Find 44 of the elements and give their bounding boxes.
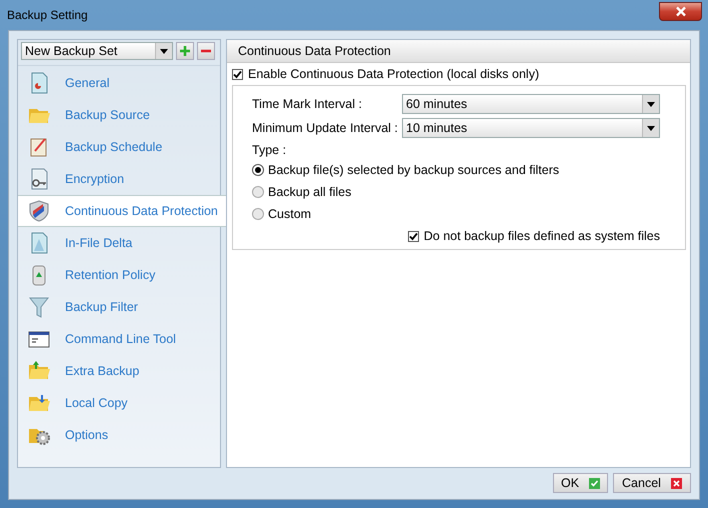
remove-button[interactable]: [197, 42, 215, 60]
shield-icon: [27, 199, 51, 223]
check-icon: [589, 478, 600, 488]
interval-dropdown[interactable]: 10 minutes: [402, 118, 660, 138]
checkbox[interactable]: [232, 68, 243, 80]
radio-button[interactable]: [252, 208, 264, 220]
caret-icon: [647, 126, 655, 130]
sidebar-item[interactable]: Options: [18, 419, 220, 451]
interval-dropdown[interactable]: 60 minutes: [402, 94, 660, 114]
window-title: Backup Setting: [7, 8, 88, 22]
sidebar-item[interactable]: Continuous Data Protection: [18, 195, 226, 227]
sidebar-item[interactable]: Backup Schedule: [18, 131, 220, 163]
sidebar-item[interactable]: Local Copy: [18, 387, 220, 419]
sidebar-item[interactable]: Retention Policy: [18, 259, 220, 291]
sidebar-item[interactable]: Extra Backup: [18, 355, 220, 387]
close-button[interactable]: [659, 2, 702, 20]
radio-label: Backup file(s) selected by backup sources and filters: [268, 163, 560, 177]
radio-button[interactable]: [252, 186, 264, 198]
sidebar-item[interactable]: General: [18, 67, 220, 99]
sidebar-item[interactable]: Backup Source: [18, 99, 220, 131]
type-label: Type :: [252, 143, 288, 157]
sidebar-item[interactable]: In-File Delta: [18, 227, 220, 259]
radio-label: Backup all files: [268, 185, 352, 199]
add-button[interactable]: [176, 42, 194, 60]
field-label: Time Mark Interval :: [252, 97, 363, 111]
radio-button[interactable]: [252, 164, 264, 176]
backup-set-dropdown[interactable]: New Backup Set: [21, 42, 173, 60]
checkbox[interactable]: [408, 230, 419, 242]
funnel-icon: [27, 295, 51, 319]
ok-button[interactable]: OK: [553, 473, 608, 493]
radio-label: Custom: [268, 207, 312, 221]
checkbox-label: Enable Continuous Data Protection (local disks only): [248, 67, 540, 81]
plus-icon: [180, 46, 190, 56]
sidebar-item[interactable]: Command Line Tool: [18, 323, 220, 355]
field-label: Minimum Update Interval :: [252, 121, 399, 135]
caret-icon: [647, 102, 655, 106]
caret-icon: [160, 48, 168, 54]
checkbox-label: Do not backup files defined as system files: [424, 229, 660, 243]
sidebar-item[interactable]: Encryption: [18, 163, 220, 195]
panel-header: Continuous Data Protection: [227, 40, 690, 63]
cancel-button[interactable]: Cancel: [613, 473, 691, 493]
close-icon: [674, 6, 686, 16]
close-icon: [670, 478, 682, 488]
sidebar-item[interactable]: Backup Filter: [18, 291, 220, 323]
